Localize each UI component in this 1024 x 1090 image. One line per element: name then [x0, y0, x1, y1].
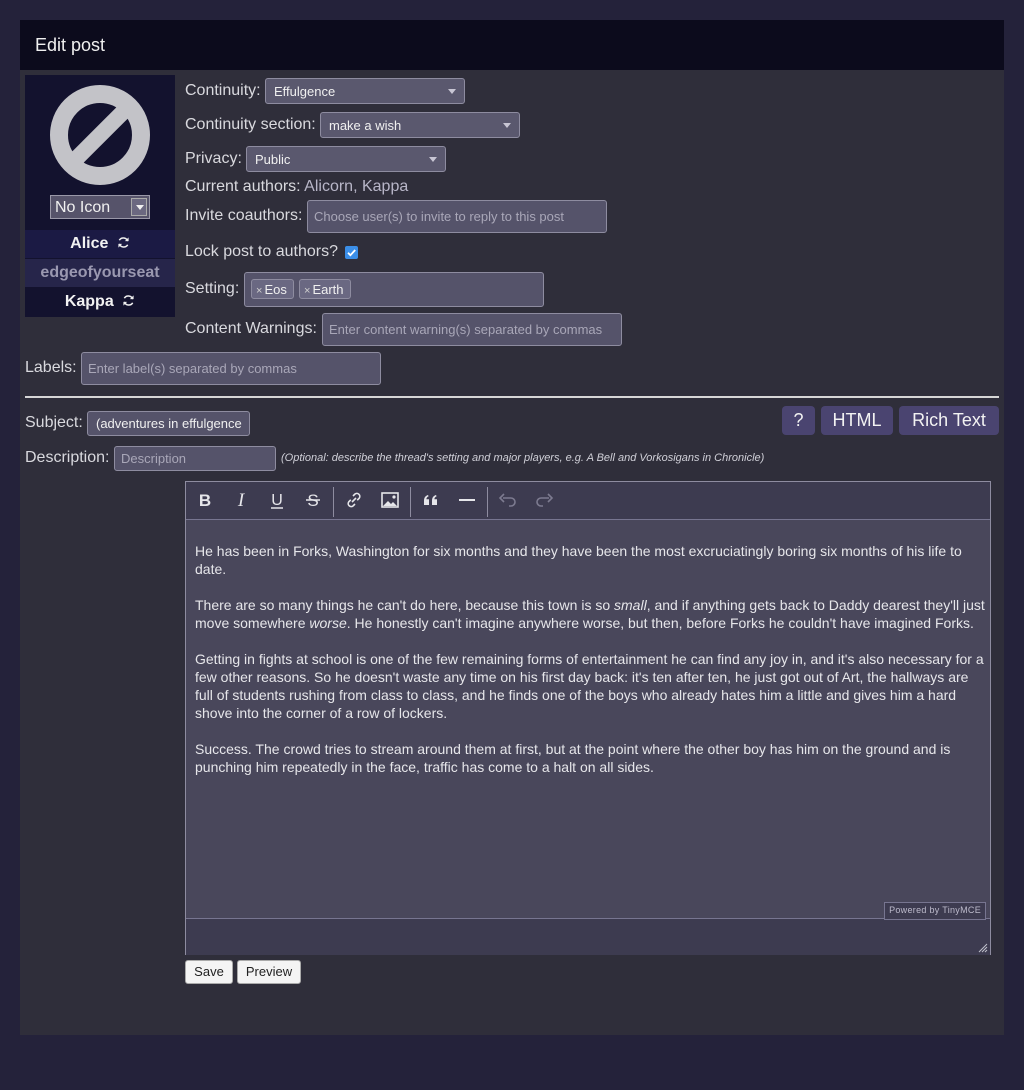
rich-text-editor[interactable]: B I U S He has been in Forks, Washington… — [185, 481, 991, 955]
toolbar-separator — [410, 487, 411, 517]
setting-tag[interactable]: × Earth — [299, 279, 351, 299]
labels-label: Labels: — [25, 359, 77, 376]
help-button[interactable]: ? — [782, 406, 815, 435]
icon-author-panel: No Icon Alice edgeofyourseat Kappa — [25, 75, 175, 317]
toolbar-separator — [487, 487, 488, 517]
lock-post-checkbox[interactable] — [345, 246, 358, 259]
subject-input[interactable]: (adventures in effulgence — [87, 411, 250, 436]
current-authors: Current authors: Alicorn, Kappa — [185, 178, 408, 196]
subject-label: Subject: — [25, 414, 83, 431]
no-icon-icon[interactable] — [50, 85, 150, 185]
html-mode-button[interactable]: HTML — [821, 406, 893, 435]
chevron-down-icon — [429, 157, 437, 162]
powered-by-label[interactable]: Powered by TinyMCE — [884, 902, 986, 920]
blockquote-icon[interactable] — [417, 486, 445, 514]
svg-text:U: U — [271, 492, 283, 509]
description-label: Description: — [25, 449, 110, 466]
labels-input[interactable]: Enter label(s) separated by commas — [81, 352, 381, 385]
author-name: Alice — [70, 235, 109, 252]
section-label: Continuity section: — [185, 116, 316, 133]
invite-label: Invite coauthors: — [185, 207, 303, 224]
description-hint: (Optional: describe the thread's setting… — [281, 452, 765, 464]
rich-text-mode-button[interactable]: Rich Text — [899, 406, 999, 435]
save-button[interactable]: Save — [185, 960, 233, 984]
underline-icon[interactable]: U — [263, 486, 291, 514]
toolbar-separator — [333, 487, 334, 517]
continuity-label: Continuity: — [185, 82, 261, 99]
horizontal-rule-icon[interactable] — [453, 486, 481, 514]
editor-statusbar: Powered by TinyMCE — [186, 902, 990, 955]
content-warnings-input[interactable]: Enter content warning(s) separated by co… — [322, 313, 622, 346]
setting-input[interactable]: × Eos × Earth — [244, 272, 544, 307]
description-input[interactable]: Description — [114, 446, 276, 471]
checkmark-icon — [347, 249, 356, 257]
resize-grip-icon[interactable] — [978, 943, 988, 953]
paragraph: Success. The crowd tries to stream aroun… — [195, 741, 951, 775]
setting-label: Setting: — [185, 280, 240, 297]
privacy-label: Privacy: — [185, 150, 242, 167]
redo-icon[interactable] — [530, 486, 558, 514]
current-authors-label: Current authors: — [185, 178, 301, 195]
remove-tag-icon[interactable]: × — [256, 285, 262, 297]
current-authors-value: Alicorn, Kappa — [304, 178, 409, 195]
editor-toolbar: B I U S — [186, 482, 990, 520]
refresh-icon[interactable] — [122, 294, 135, 307]
lock-label: Lock post to authors? — [185, 243, 338, 260]
privacy-value: Public — [255, 152, 291, 167]
image-icon[interactable] — [376, 486, 404, 514]
refresh-icon[interactable] — [117, 236, 130, 249]
chevron-down-icon — [448, 89, 456, 94]
icon-select-value: No Icon — [55, 199, 111, 216]
author-name: Kappa — [64, 293, 114, 310]
chevron-down-icon — [503, 123, 511, 128]
continuity-select[interactable]: Effulgence — [265, 78, 465, 104]
author-edgeofyourseat[interactable]: edgeofyourseat — [25, 259, 175, 287]
bold-icon[interactable]: B — [191, 486, 219, 514]
author-kappa[interactable]: Kappa — [25, 288, 175, 316]
undo-icon[interactable] — [494, 486, 522, 514]
continuity-value: Effulgence — [274, 84, 336, 99]
tag-label: Eos — [264, 282, 287, 297]
icon-select[interactable]: No Icon — [50, 195, 150, 219]
paragraph: He has been in Forks, Washington for six… — [195, 543, 962, 577]
setting-tag[interactable]: × Eos — [251, 279, 294, 299]
tag-label: Earth — [312, 282, 344, 297]
svg-text:I: I — [237, 490, 246, 511]
paragraph: Getting in fights at school is one of th… — [195, 651, 984, 721]
remove-tag-icon[interactable]: × — [304, 285, 310, 297]
author-name: edgeofyourseat — [40, 264, 160, 281]
section-value: make a wish — [329, 118, 402, 133]
paragraph: There are so many things he can't do her… — [195, 597, 985, 631]
page-title: Edit post — [20, 20, 1004, 70]
warnings-label: Content Warnings: — [185, 320, 317, 337]
svg-text:B: B — [199, 491, 211, 510]
author-alice[interactable]: Alice — [25, 230, 175, 258]
link-icon[interactable] — [340, 486, 368, 514]
privacy-select[interactable]: Public — [246, 146, 446, 172]
divider — [25, 396, 999, 398]
preview-button[interactable]: Preview — [237, 960, 301, 984]
editor-content[interactable]: He has been in Forks, Washington for six… — [195, 542, 985, 794]
section-select[interactable]: make a wish — [320, 112, 520, 138]
strikethrough-icon[interactable]: S — [299, 486, 327, 514]
edit-post-panel: Edit post No Icon Alice edgeofyourseat K… — [20, 20, 1004, 1035]
italic-icon[interactable]: I — [227, 486, 255, 514]
chevron-down-icon — [131, 198, 147, 216]
invite-coauthors-input[interactable]: Choose user(s) to invite to reply to thi… — [307, 200, 607, 233]
